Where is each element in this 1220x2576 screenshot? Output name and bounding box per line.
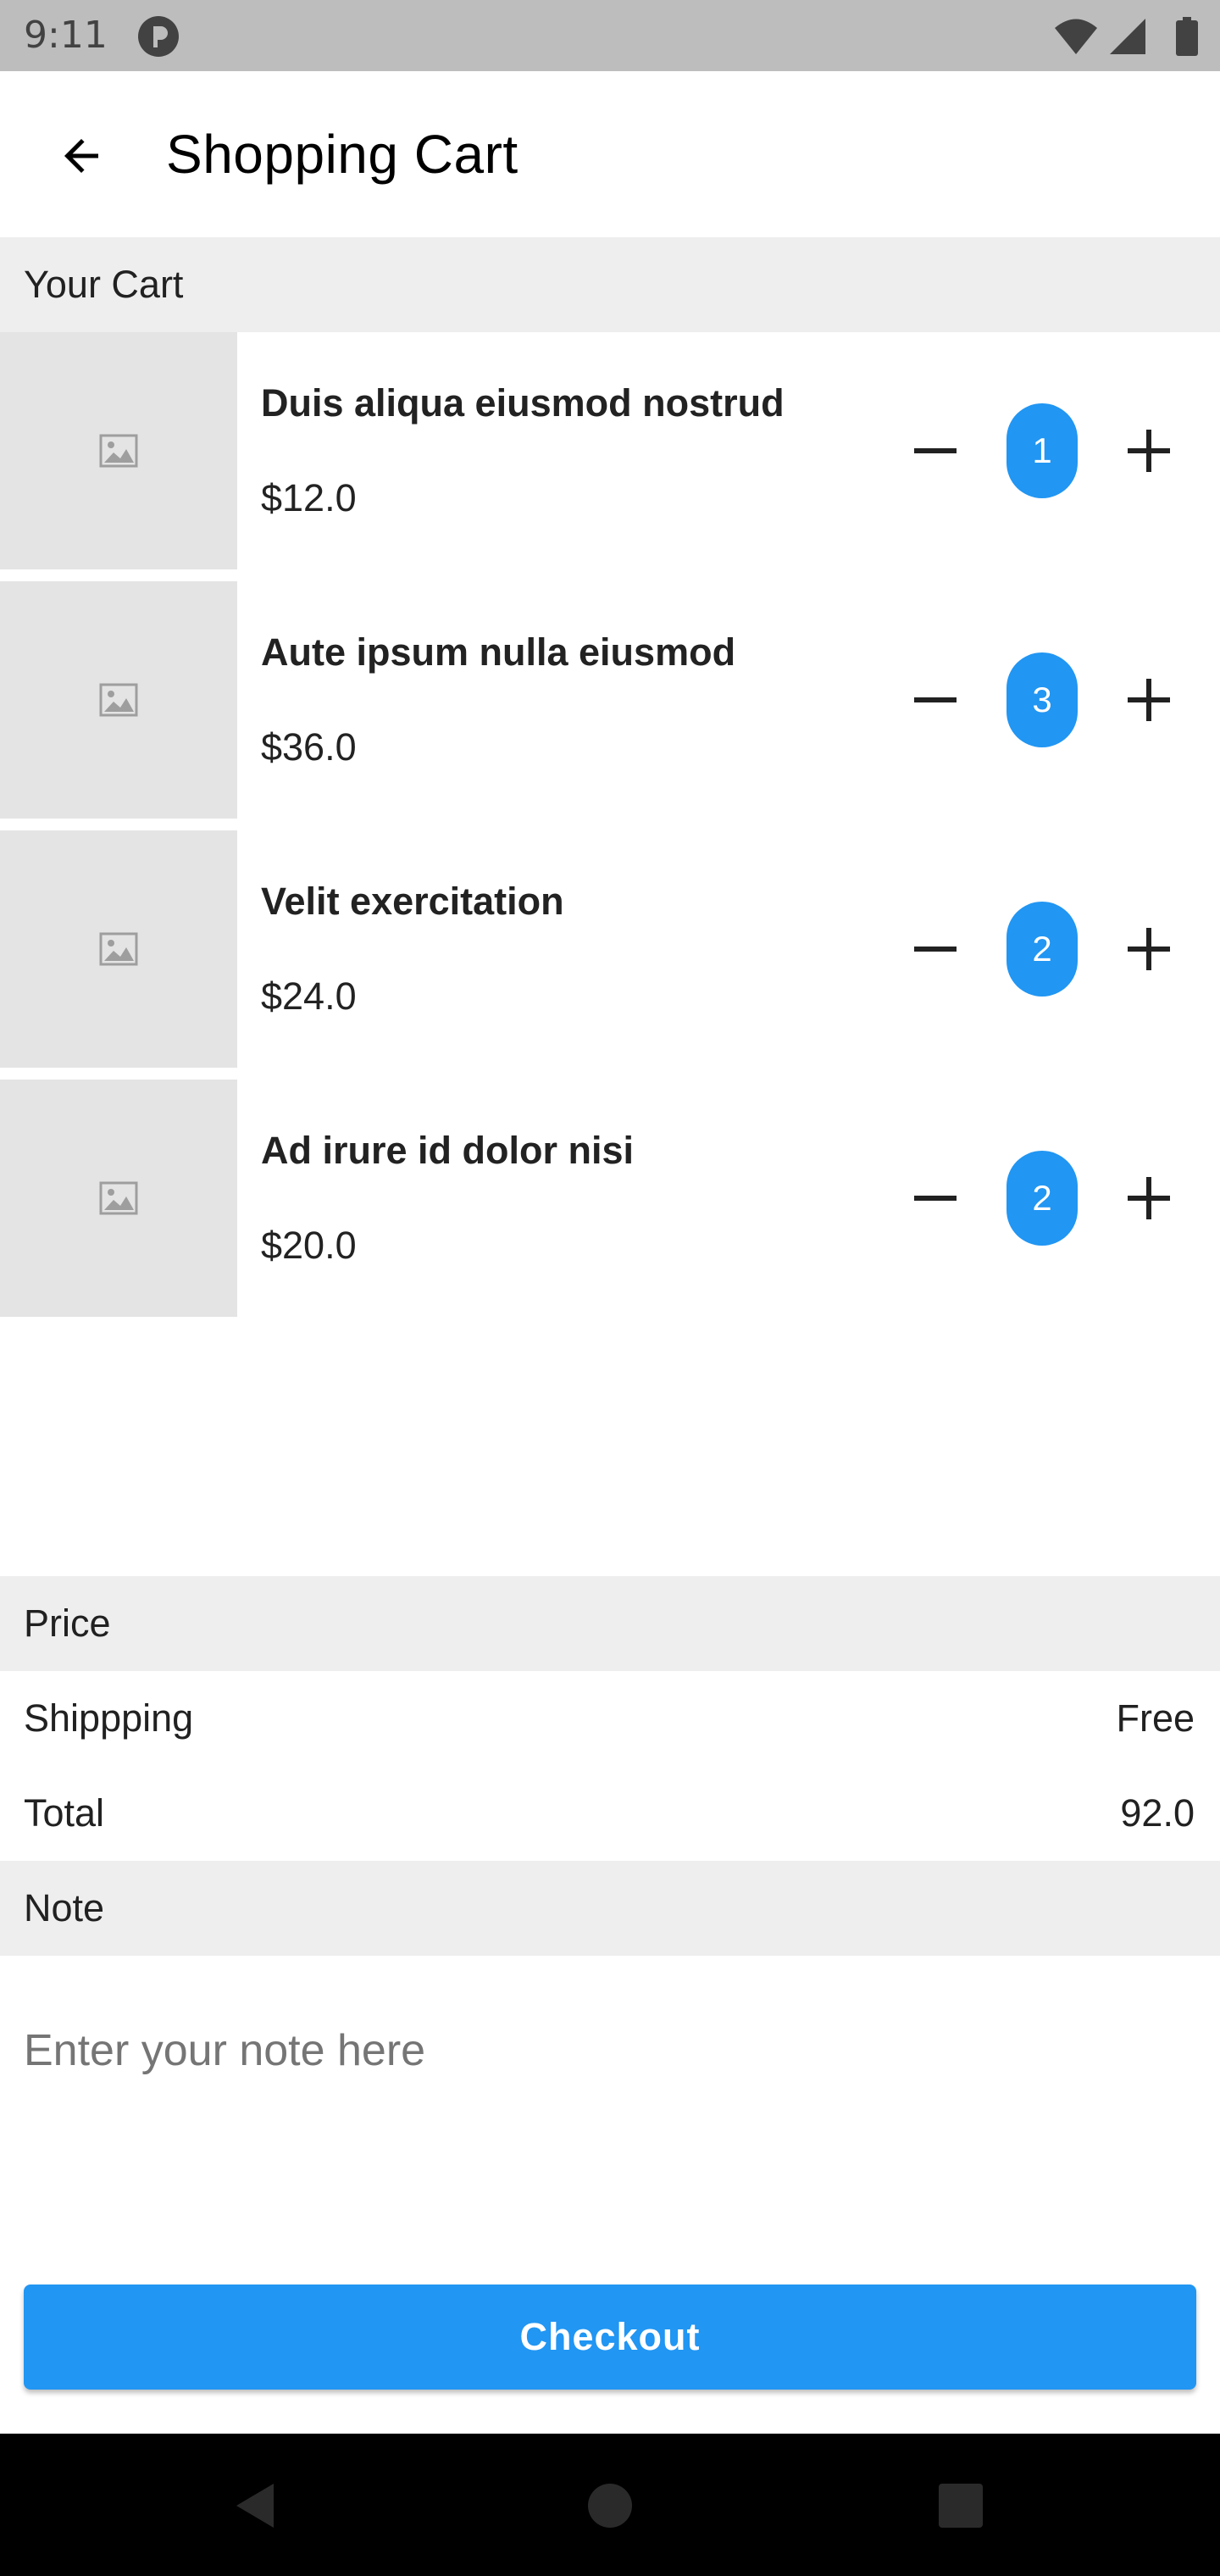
note-input[interactable] [24, 2008, 1193, 2093]
shipping-row: Shippping Free [0, 1671, 1220, 1766]
quantity-badge: 2 [1006, 1151, 1078, 1246]
cart-item: Duis aliqua eiusmod nostrud $12.0 1 [0, 332, 1220, 569]
item-thumbnail [0, 332, 237, 569]
cart-section-header: Your Cart [0, 237, 1220, 332]
item-thumbnail [0, 581, 237, 819]
decrement-button[interactable] [893, 408, 978, 493]
minus-icon [914, 697, 957, 702]
cart-item: Ad irure id dolor nisi $20.0 2 [0, 1080, 1220, 1317]
shipping-value: Free [1116, 1696, 1195, 1740]
square-recents-icon [939, 2484, 983, 2528]
page-title: Shopping Cart [166, 124, 518, 185]
app-bar: Shopping Cart [0, 71, 1220, 237]
minus-icon [914, 448, 957, 453]
minus-icon [914, 947, 957, 952]
note-section-header: Note [0, 1861, 1220, 1956]
image-placeholder-icon [99, 1181, 138, 1215]
item-price: $36.0 [261, 725, 357, 769]
item-price: $20.0 [261, 1224, 357, 1267]
nav-home-button[interactable] [572, 2468, 648, 2544]
minus-icon [914, 1196, 957, 1201]
cart-item: Aute ipsum nulla eiusmod $36.0 3 [0, 581, 1220, 819]
price-section-header: Price [0, 1576, 1220, 1671]
cart-item: Velit exercitation $24.0 2 [0, 830, 1220, 1068]
increment-button[interactable] [1106, 1156, 1191, 1241]
item-name: Ad irure id dolor nisi [261, 1129, 635, 1172]
plus-icon [1128, 679, 1170, 721]
system-nav-bar [0, 2434, 1220, 2576]
quantity-badge: 2 [1006, 902, 1078, 997]
image-placeholder-icon [99, 932, 138, 966]
shipping-label: Shippping [24, 1696, 194, 1740]
total-value: 92.0 [1120, 1791, 1195, 1835]
cellular-signal-icon [1110, 19, 1145, 54]
nav-back-button[interactable] [217, 2468, 293, 2544]
total-row: Total 92.0 [0, 1766, 1220, 1861]
plus-icon [1128, 430, 1170, 472]
quantity-badge: 3 [1006, 652, 1078, 747]
wifi-icon [1055, 19, 1097, 54]
increment-button[interactable] [1106, 658, 1191, 742]
total-label: Total [24, 1791, 105, 1835]
image-placeholder-icon [99, 434, 138, 468]
item-name: Aute ipsum nulla eiusmod [261, 630, 736, 674]
arrow-left-icon [64, 139, 98, 173]
battery-icon [1176, 17, 1198, 56]
image-placeholder-icon [99, 683, 138, 717]
plus-icon [1128, 928, 1170, 970]
item-price: $24.0 [261, 974, 357, 1018]
circle-home-icon [588, 2484, 632, 2528]
item-name: Duis aliqua eiusmod nostrud [261, 381, 785, 425]
checkout-button[interactable]: Checkout [24, 2285, 1196, 2390]
plus-icon [1128, 1177, 1170, 1219]
triangle-back-icon [236, 2484, 274, 2528]
decrement-button[interactable] [893, 658, 978, 742]
item-thumbnail [0, 1080, 237, 1317]
status-bar: 9:11 [0, 0, 1220, 71]
increment-button[interactable] [1106, 907, 1191, 991]
app-notification-icon [138, 16, 179, 57]
item-price: $12.0 [261, 476, 357, 519]
decrement-button[interactable] [893, 1156, 978, 1241]
increment-button[interactable] [1106, 408, 1191, 493]
item-thumbnail [0, 830, 237, 1068]
decrement-button[interactable] [893, 907, 978, 991]
status-time: 9:11 [24, 14, 108, 57]
quantity-badge: 1 [1006, 403, 1078, 498]
nav-recents-button[interactable] [923, 2468, 999, 2544]
item-name: Velit exercitation [261, 880, 564, 923]
back-button[interactable] [41, 115, 122, 197]
